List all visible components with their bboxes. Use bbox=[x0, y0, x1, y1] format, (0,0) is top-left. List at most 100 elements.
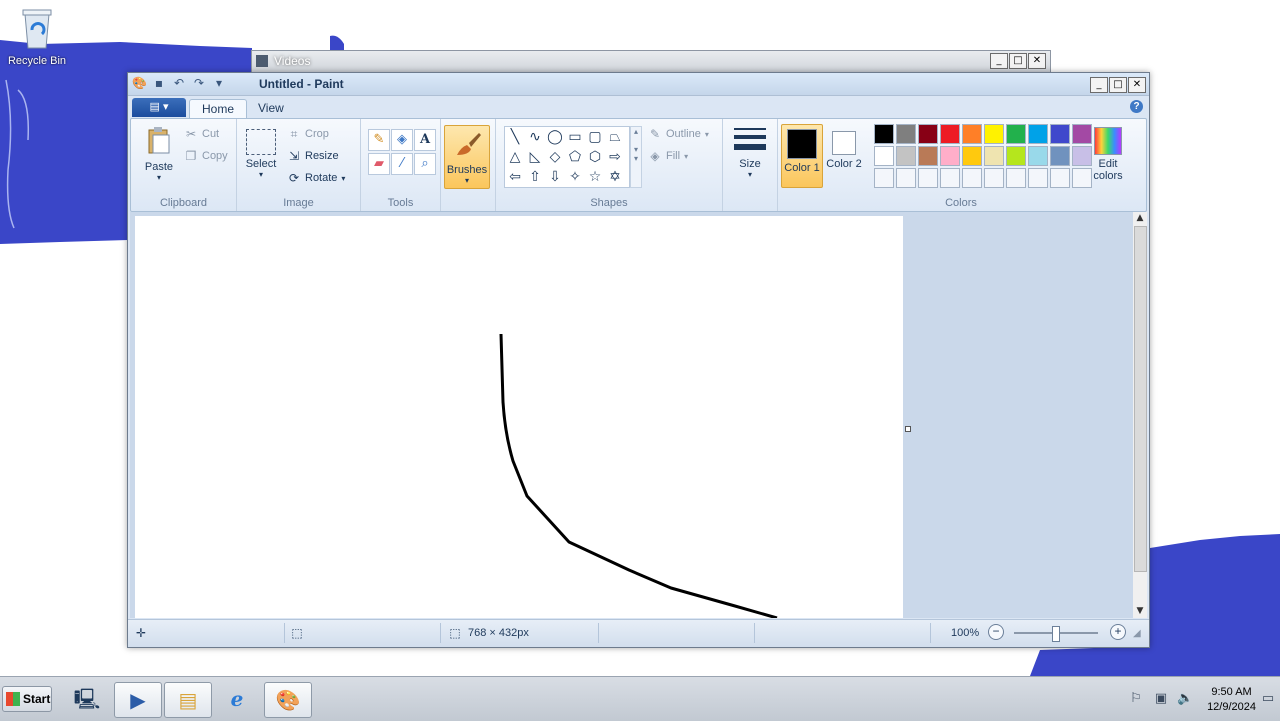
color1-button[interactable]: Color 1 bbox=[781, 124, 823, 188]
size-button[interactable]: Size ▾ bbox=[730, 125, 770, 179]
recycle-bin-shortcut[interactable]: Recycle Bin bbox=[4, 6, 70, 67]
palette-swatch[interactable] bbox=[1006, 124, 1026, 144]
palette-swatch[interactable] bbox=[984, 146, 1004, 166]
pencil-icon[interactable]: ✎ bbox=[368, 129, 390, 151]
scroll-thumb[interactable] bbox=[1134, 226, 1147, 572]
color-picker-icon[interactable]: ⁄ bbox=[391, 153, 413, 175]
qat-dropdown-icon[interactable]: ▾ bbox=[212, 76, 226, 90]
four-point-star-shape-icon[interactable]: ✧ bbox=[566, 168, 584, 186]
zoom-slider[interactable] bbox=[1014, 626, 1098, 642]
volume-muted-icon[interactable]: 🔈 bbox=[1177, 691, 1193, 707]
videos-minimize-button[interactable]: _ bbox=[990, 53, 1008, 69]
resize-button[interactable]: ⇲ Resize bbox=[287, 149, 339, 163]
color2-button[interactable]: Color 2 bbox=[824, 124, 864, 186]
paint-maximize-button[interactable]: □ bbox=[1109, 77, 1127, 93]
drawing-canvas[interactable] bbox=[135, 216, 903, 618]
save-icon[interactable]: ▪ bbox=[152, 76, 166, 90]
canvas-resize-handle[interactable] bbox=[905, 426, 911, 432]
explorer-taskbar-button[interactable]: ▤ bbox=[164, 682, 212, 718]
palette-swatch[interactable] bbox=[918, 146, 938, 166]
text-tool-icon[interactable]: A bbox=[414, 129, 436, 151]
six-point-star-shape-icon[interactable]: ✡ bbox=[606, 168, 624, 186]
eraser-icon[interactable]: ▰ bbox=[368, 153, 390, 175]
palette-swatch[interactable] bbox=[874, 124, 894, 144]
palette-swatch[interactable] bbox=[1028, 146, 1048, 166]
zoom-slider-thumb[interactable] bbox=[1052, 626, 1060, 642]
show-desktop-icon[interactable]: ▭ bbox=[1260, 691, 1276, 707]
edit-colors-button[interactable]: Edit colors bbox=[1088, 127, 1128, 182]
palette-swatch[interactable] bbox=[962, 124, 982, 144]
palette-swatch[interactable] bbox=[1050, 124, 1070, 144]
palette-swatch[interactable] bbox=[874, 146, 894, 166]
brushes-button[interactable]: Brushes ▾ bbox=[444, 125, 490, 189]
up-arrow-shape-icon[interactable]: ⇧ bbox=[526, 168, 544, 186]
network-icon[interactable]: ▣ bbox=[1153, 691, 1169, 707]
vertical-scrollbar[interactable]: ▲ ▼ bbox=[1133, 212, 1147, 618]
videos-maximize-button[interactable]: □ bbox=[1009, 53, 1027, 69]
paint-menu-button[interactable]: ▤ ▾ bbox=[132, 98, 186, 117]
paint-close-button[interactable]: ✕ bbox=[1128, 77, 1146, 93]
palette-swatch[interactable] bbox=[984, 124, 1004, 144]
oval-shape-icon[interactable]: ◯ bbox=[546, 128, 564, 146]
down-arrow-shape-icon[interactable]: ⇩ bbox=[546, 168, 564, 186]
select-button[interactable]: Select ▾ bbox=[243, 125, 279, 179]
palette-swatch[interactable] bbox=[896, 124, 916, 144]
paint-minimize-button[interactable]: _ bbox=[1090, 77, 1108, 93]
right-triangle-shape-icon[interactable]: ◺ bbox=[526, 148, 544, 166]
palette-swatch[interactable] bbox=[962, 146, 982, 166]
rotate-button[interactable]: ⟳ Rotate ▾ bbox=[287, 171, 345, 185]
cut-button[interactable]: ✂ Cut bbox=[184, 127, 219, 141]
palette-swatch[interactable] bbox=[896, 146, 916, 166]
fill-bucket-icon[interactable]: ◈ bbox=[391, 129, 413, 151]
paint-title-bar[interactable]: 🎨 ▪ ↶ ↷ ▾ Untitled - Paint _ □ ✕ bbox=[128, 73, 1149, 96]
resize-grip-icon[interactable]: ◢ bbox=[1133, 628, 1141, 639]
palette-swatch[interactable] bbox=[918, 124, 938, 144]
tab-home[interactable]: Home bbox=[189, 99, 248, 119]
diamond-shape-icon[interactable]: ◇ bbox=[546, 148, 564, 166]
palette-swatch[interactable] bbox=[940, 168, 960, 188]
zoom-in-button[interactable]: + bbox=[1110, 624, 1126, 640]
palette-swatch[interactable] bbox=[1050, 146, 1070, 166]
curve-shape-icon[interactable]: ∿ bbox=[526, 128, 544, 146]
palette-swatch[interactable] bbox=[984, 168, 1004, 188]
hexagon-shape-icon[interactable]: ⬡ bbox=[586, 148, 604, 166]
redo-icon[interactable]: ↷ bbox=[192, 76, 206, 90]
rounded-rectangle-shape-icon[interactable]: ▢ bbox=[586, 128, 604, 146]
shapes-gallery-scroll[interactable]: ▴ ▾ ▾ bbox=[630, 126, 642, 188]
polygon-shape-icon[interactable]: ⏢ bbox=[606, 128, 624, 146]
outline-button[interactable]: ✎ Outline ▾ bbox=[648, 127, 709, 141]
zoom-out-button[interactable]: − bbox=[988, 624, 1004, 640]
palette-swatch[interactable] bbox=[1006, 146, 1026, 166]
palette-swatch[interactable] bbox=[940, 124, 960, 144]
start-button[interactable]: Start bbox=[2, 686, 52, 712]
triangle-shape-icon[interactable]: △ bbox=[506, 148, 524, 166]
palette-swatch[interactable] bbox=[896, 168, 916, 188]
fill-button[interactable]: ◈ Fill ▾ bbox=[648, 149, 688, 163]
paint-window[interactable]: 🎨 ▪ ↶ ↷ ▾ Untitled - Paint _ □ ✕ ▤ ▾ Hom… bbox=[127, 72, 1150, 648]
palette-swatch[interactable] bbox=[1050, 168, 1070, 188]
paste-button[interactable]: Paste ▾ bbox=[139, 125, 179, 182]
videos-close-button[interactable]: ✕ bbox=[1028, 53, 1046, 69]
palette-swatch[interactable] bbox=[940, 146, 960, 166]
rectangle-shape-icon[interactable]: ▭ bbox=[566, 128, 584, 146]
palette-swatch[interactable] bbox=[1028, 168, 1048, 188]
right-arrow-shape-icon[interactable]: ⇨ bbox=[606, 148, 624, 166]
server-manager-taskbar-button[interactable]: 🖳 bbox=[64, 682, 110, 716]
line-shape-icon[interactable]: ╲ bbox=[506, 128, 524, 146]
crop-button[interactable]: ⌗ Crop bbox=[287, 127, 329, 141]
paint-taskbar-button[interactable]: 🎨 bbox=[264, 682, 312, 718]
tab-view[interactable]: View bbox=[246, 99, 296, 118]
palette-swatch[interactable] bbox=[874, 168, 894, 188]
pentagon-shape-icon[interactable]: ⬠ bbox=[566, 148, 584, 166]
powershell-taskbar-button[interactable]: ▶ bbox=[114, 682, 162, 718]
shapes-gallery[interactable]: ╲ ∿ ◯ ▭ ▢ ⏢ △ ◺ ◇ ⬠ ⬡ ⇨ ⇦ ⇧ ⇩ ✧ ☆ ✡ bbox=[504, 126, 630, 188]
five-point-star-shape-icon[interactable]: ☆ bbox=[586, 168, 604, 186]
palette-swatch[interactable] bbox=[1028, 124, 1048, 144]
palette-swatch[interactable] bbox=[1006, 168, 1026, 188]
left-arrow-shape-icon[interactable]: ⇦ bbox=[506, 168, 524, 186]
help-icon[interactable]: ? bbox=[1130, 100, 1143, 113]
scroll-up-icon[interactable]: ▲ bbox=[1133, 212, 1147, 225]
internet-explorer-taskbar-button[interactable]: ℯ bbox=[214, 682, 260, 716]
clock[interactable]: 9:50 AM 12/9/2024 bbox=[1207, 685, 1256, 715]
palette-swatch[interactable] bbox=[962, 168, 982, 188]
